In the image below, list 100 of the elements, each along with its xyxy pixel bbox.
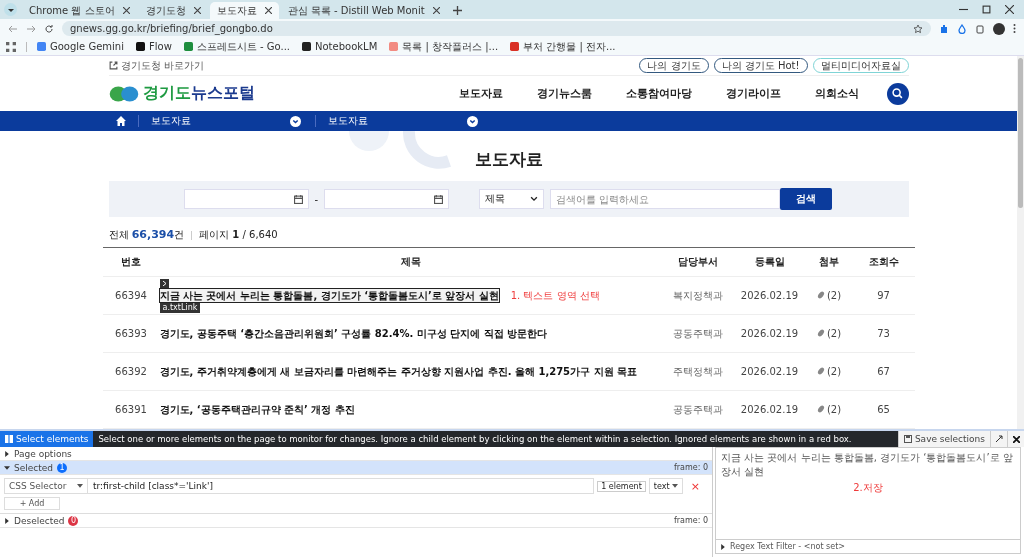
close-icon	[1012, 435, 1020, 443]
favicon-icon[interactable]	[136, 42, 145, 51]
attachment-link[interactable]: (2)	[826, 403, 842, 415]
menu-item[interactable]: 경기뉴스룸	[536, 86, 592, 102]
search-type-select[interactable]: 제목	[479, 189, 545, 209]
match-count: 1 element	[597, 480, 646, 492]
article-link[interactable]: 경기도, 주거취약계층에게 새 보금자리를 마련해주는 주거상향 지원사업 추진. 올해 1,275가구 지원 목표	[159, 365, 638, 378]
table-cell: 2026.02.19	[733, 352, 806, 391]
article-link[interactable]: 경기도, 공동주택 ‘층간소음관리위원회’ 구성률 82.4%. 미구성 단지에 직접 방문한다	[159, 327, 548, 340]
avatar-icon[interactable]	[993, 22, 1005, 35]
favicon-icon[interactable]	[302, 42, 311, 51]
annotation: 1. 텍스트 영역 선택	[510, 288, 600, 303]
favicon-icon[interactable]	[510, 42, 520, 51]
menu-item[interactable]: 소통참여마당	[625, 86, 692, 102]
selector-type-dropdown[interactable]: CSS Selector	[4, 478, 88, 494]
menu-icon[interactable]	[1013, 23, 1016, 34]
calendar-icon[interactable]	[434, 194, 444, 204]
paperclip-icon	[816, 367, 825, 376]
column-header: 첨부	[805, 247, 853, 277]
restore-icon[interactable]	[982, 5, 991, 14]
total-count: 전체 66,394건	[108, 228, 185, 242]
browser-tab[interactable]: Chrome 웹 스토어	[22, 2, 137, 19]
attachment-link[interactable]: (2)	[826, 327, 842, 339]
logo-emblem[interactable]	[108, 85, 139, 102]
close-icon[interactable]	[122, 7, 130, 14]
expand-button[interactable]	[990, 431, 1007, 447]
tab-list-button[interactable]	[4, 3, 17, 16]
puzzle-icon[interactable]	[975, 23, 985, 34]
section-header[interactable]: Deselected	[14, 515, 65, 526]
breadcrumb-item[interactable]: 보도자료	[328, 114, 368, 128]
table-cell: 65	[852, 390, 915, 429]
delete-button[interactable]: ×	[682, 479, 708, 493]
preview-text: 지금 사는 곳에서 누리는 통합돌봄, 경기도가 ‘통합돌봄도시’로 앞장서 실현	[721, 451, 1014, 479]
article-link[interactable]: 지금 사는 곳에서 누리는 통합돌봄, 경기도가 ‘통합돌봄도시’로 앞장서 실현	[159, 289, 499, 302]
save-selections-button[interactable]: Save selections	[897, 431, 990, 447]
breadcrumb-item[interactable]: 보도자료	[151, 114, 191, 128]
site-logo[interactable]: 경기도뉴스포털	[142, 83, 255, 105]
expand-icon	[995, 435, 1003, 443]
output-type-dropdown[interactable]: text	[648, 478, 683, 494]
collapsed-triangle-icon[interactable]	[4, 517, 10, 524]
browser-tab[interactable]: 경기도청	[138, 2, 208, 19]
favicon-icon[interactable]	[183, 42, 193, 51]
close-icon[interactable]	[432, 7, 440, 14]
extension-icon[interactable]	[939, 23, 949, 34]
menu-item[interactable]: 보도자료	[458, 86, 503, 102]
close-icon[interactable]	[193, 7, 201, 14]
date-field[interactable]	[324, 189, 450, 209]
attachment-link[interactable]: (2)	[826, 289, 842, 301]
parent-selector-button[interactable]	[159, 279, 169, 288]
caret-icon	[671, 483, 678, 489]
external-link-icon[interactable]	[108, 61, 118, 71]
drop-icon[interactable]	[957, 23, 967, 34]
table-cell: 97	[852, 276, 915, 315]
browser-tab[interactable]: 보도자료	[209, 2, 279, 19]
annotation: 2.저장	[853, 481, 883, 495]
preview-text-area[interactable]: 지금 사는 곳에서 누리는 통합돌봄, 경기도가 ‘통합돌봄도시’로 앞장서 실현 2.저장	[715, 447, 1021, 540]
column-header: 담당부서	[661, 247, 734, 277]
select-elements-button[interactable]: Select elements	[0, 431, 94, 447]
chevron-down-icon[interactable]	[467, 115, 478, 127]
reload-icon[interactable]	[44, 23, 54, 34]
close-button[interactable]	[1007, 431, 1024, 447]
external-link[interactable]: 경기도청 바로가기	[120, 58, 204, 73]
close-icon[interactable]	[1005, 5, 1014, 14]
expanded-triangle-icon[interactable]	[4, 464, 10, 471]
bookmark[interactable]: 목록 | 창작플러스 |...	[402, 40, 499, 53]
bookmark[interactable]: NotebookLM	[315, 40, 378, 53]
new-tab-icon[interactable]	[452, 6, 462, 15]
collapsed-triangle-icon[interactable]	[4, 450, 10, 457]
section-header[interactable]: Page options	[14, 448, 72, 459]
bookmark[interactable]: 부처 간행물 | 전자...	[523, 40, 616, 53]
bookmark[interactable]: Flow	[149, 40, 172, 53]
forward-icon[interactable]	[26, 23, 36, 34]
calendar-icon[interactable]	[293, 194, 303, 204]
section-header[interactable]: Selected	[14, 462, 53, 473]
browser-tab[interactable]: 관심 목록 - Distill Web Monit	[280, 2, 447, 19]
bookmark[interactable]: Google Gemini	[50, 40, 124, 53]
table-cell: 공동주택과	[661, 314, 734, 353]
date-field[interactable]	[183, 189, 309, 209]
search-button[interactable]: 검색	[780, 188, 833, 210]
count-badge: 1	[57, 462, 67, 473]
menu-item[interactable]: 의회소식	[814, 86, 859, 102]
bookmark[interactable]: 스프레드시트 - Go...	[196, 40, 290, 53]
back-icon[interactable]	[8, 23, 18, 34]
home-icon[interactable]	[116, 116, 126, 126]
star-icon[interactable]	[913, 23, 923, 34]
apps-icon[interactable]	[6, 41, 16, 52]
menu-item[interactable]: 경기라이프	[725, 86, 781, 102]
address-bar[interactable]: gnews.gg.go.kr/briefing/brief_gongbo.do	[62, 21, 931, 36]
table-cell: 2026.02.19	[733, 390, 806, 429]
attachment-link[interactable]: (2)	[826, 365, 842, 377]
table-cell: 66391	[102, 390, 160, 429]
search-field[interactable]: 검색어를 입력하세요	[550, 189, 781, 209]
selector-field[interactable]: tr:first-child [class*='Link']	[88, 478, 595, 494]
table-cell: 2026.02.19	[733, 276, 806, 315]
close-icon[interactable]	[264, 7, 272, 14]
search-button[interactable]	[886, 82, 909, 105]
chevron-down-icon[interactable]	[290, 115, 301, 127]
collapsed-triangle-icon[interactable]	[720, 543, 726, 550]
article-link[interactable]: 경기도, ‘공동주택관리규약 준칙’ 개정 추진	[159, 403, 355, 416]
add-button[interactable]: + Add	[4, 497, 60, 510]
